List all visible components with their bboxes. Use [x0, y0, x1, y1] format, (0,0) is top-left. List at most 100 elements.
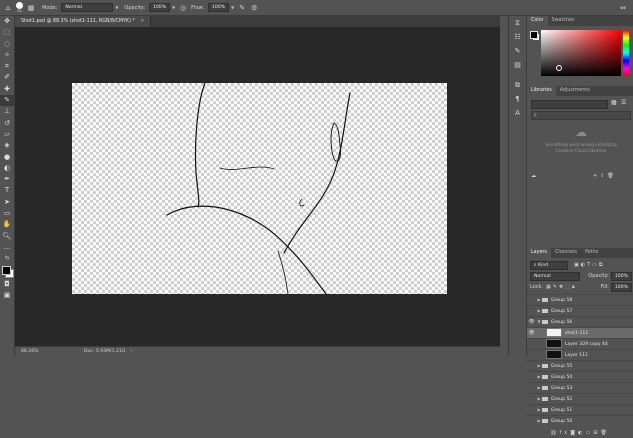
screen-mode-icon[interactable]: ▣ [0, 290, 14, 301]
layer-group-row[interactable]: ▶ Group 53 [527, 382, 633, 394]
move-tool-icon[interactable]: ✥ [0, 16, 14, 27]
layer-opacity-field[interactable]: 100% [610, 271, 632, 281]
hue-slider[interactable] [623, 30, 629, 76]
brush-settings-icon[interactable]: ▦ [27, 4, 35, 12]
list-view-icon[interactable]: ☰ [621, 99, 626, 106]
visibility-eye-icon[interactable]: 👁︎ [527, 328, 536, 339]
pressure-opacity-icon[interactable]: ◎ [179, 4, 187, 12]
chevron-down-icon: ▼ [231, 5, 235, 10]
lock-artboard-icon[interactable]: ⬚ [565, 284, 572, 290]
eraser-tool-icon[interactable]: ▱ [0, 129, 14, 140]
layer-row[interactable]: Layer 329 copy 44 [527, 338, 633, 350]
properties-panel-icon[interactable]: ☷ [509, 30, 526, 44]
brush-settings-panel-icon[interactable]: ✎ [509, 44, 526, 58]
document-size[interactable]: Doc: 5.93M/1.21G [84, 349, 125, 354]
healing-brush-tool-icon[interactable]: ✚ [0, 84, 14, 95]
tab-channels[interactable]: Channels [551, 248, 581, 258]
tab-adjustments[interactable]: Adjustments [556, 86, 594, 96]
foreground-color-swatch[interactable] [530, 31, 538, 39]
lock-all-icon[interactable]: 🔒︎ [572, 284, 577, 290]
home-icon[interactable]: ⌂ [4, 4, 12, 12]
zoom-tool-icon[interactable]: 🔍︎ [0, 231, 14, 242]
visibility-eye-icon[interactable]: 👁︎ [527, 317, 536, 328]
mode-dropdown[interactable]: Normal ▼ [61, 3, 118, 12]
smart-filter-icon[interactable]: ⧉ [599, 262, 605, 268]
layer-group-row[interactable]: ▶ Group 52 [527, 393, 633, 405]
shape-filter-icon[interactable]: ▭ [592, 262, 599, 268]
document-tab[interactable]: Shot1.psd @ 88.3% (shot1-111, RGB/8/CMYK… [15, 16, 152, 27]
hand-tool-icon[interactable]: ✋ [0, 219, 14, 230]
foreground-background-swatches[interactable] [0, 265, 14, 279]
tab-layers[interactable]: Layers [527, 248, 551, 258]
brushes-panel-icon[interactable]: ▤ [509, 58, 526, 72]
brush-preset-picker[interactable]: 64 [16, 2, 23, 13]
flow-field[interactable]: 100% ▼ [208, 3, 234, 12]
paint-bucket-tool-icon[interactable]: ◈ [0, 140, 14, 151]
smoothing-icon[interactable]: ⚙ [250, 4, 258, 12]
zoom-level[interactable]: 88.26% [21, 349, 39, 354]
tab-paths[interactable]: Paths [581, 248, 602, 258]
marquee-tool-icon[interactable]: ⬚ [0, 27, 14, 38]
history-panel-icon[interactable]: ⧖ [509, 16, 526, 30]
grid-view-icon[interactable]: ▦ [611, 99, 617, 106]
tab-swatches[interactable]: Swatches [548, 16, 579, 26]
character-panel-icon[interactable]: A [509, 106, 526, 120]
blur-tool-icon[interactable]: ● [0, 152, 14, 163]
status-arrow-icon[interactable]: › [131, 349, 133, 354]
brush-tool-icon[interactable]: ✎ [0, 95, 14, 107]
tab-libraries[interactable]: Libraries [527, 86, 556, 96]
new-group-icon[interactable]: ▭ [586, 430, 594, 436]
library-search-field[interactable]: ⌕ [531, 111, 631, 120]
eyedropper-tool-icon[interactable]: ✐ [0, 72, 14, 83]
library-dropdown[interactable] [531, 100, 608, 109]
clone-stamp-tool-icon[interactable]: ⊥ [0, 106, 14, 117]
airbrush-icon[interactable]: ✎ [238, 4, 246, 12]
fill-field[interactable]: 100% [610, 282, 632, 292]
kind-filter-dropdown[interactable]: ⌕ Kind [530, 260, 568, 270]
rectangle-tool-icon[interactable]: ▭ [0, 208, 14, 219]
tab-color[interactable]: Color [527, 16, 548, 26]
color-field[interactable] [541, 30, 621, 76]
layer-group-row[interactable]: ▶ Group 50 [527, 415, 633, 427]
layer-group-row[interactable]: ▶ Group 58 [527, 294, 633, 306]
layer-row[interactable]: 👁︎ shot1-111 [527, 327, 633, 339]
pen-tool-icon[interactable]: ✒ [0, 174, 14, 185]
layer-style-icon[interactable]: fx [560, 430, 571, 436]
adjustment-layer-icon[interactable]: ◐ [578, 430, 585, 436]
paragraph-panel-icon[interactable]: ¶ [509, 92, 526, 106]
add-mask-icon[interactable]: ◙ [570, 430, 578, 436]
lock-transparency-icon[interactable]: ▦ [546, 284, 553, 290]
foreground-color-swatch[interactable] [2, 265, 11, 275]
crop-tool-icon[interactable]: ⌗ [0, 61, 14, 72]
path-select-tool-icon[interactable]: ➤ [0, 197, 14, 208]
layer-row[interactable]: Layer 111 [527, 349, 633, 361]
layer-group-row[interactable]: ▶ Group 57 [527, 305, 633, 317]
pixel-filter-icon[interactable]: ▣ [574, 262, 581, 268]
close-tab-icon[interactable]: × [140, 19, 144, 24]
blend-mode-dropdown[interactable]: Normal [530, 271, 581, 281]
cc-icon[interactable]: ☁ [531, 173, 536, 179]
document-canvas[interactable] [72, 83, 447, 294]
new-layer-icon[interactable]: ⊞ [593, 430, 600, 436]
delete-layer-icon[interactable]: 🗑︎ [600, 430, 609, 436]
history-brush-tool-icon[interactable]: ↺ [0, 118, 14, 129]
dodge-tool-icon[interactable]: ◐ [0, 163, 14, 174]
swap-colors-icon[interactable]: ⇆ [0, 253, 14, 264]
more-tools-icon[interactable]: … [0, 242, 14, 253]
quick-select-tool-icon[interactable]: ✧ [0, 50, 14, 61]
status-bar: 88.26% Doc: 5.93M/1.21G › [15, 346, 500, 357]
layer-group-row[interactable]: ▶ Group 55 [527, 360, 633, 372]
layer-group-row[interactable]: ▶ Group 54 [527, 371, 633, 383]
opacity-field[interactable]: 100% ▼ [148, 3, 175, 12]
delete-icon[interactable]: 🗑︎ [607, 173, 616, 179]
layer-group-row[interactable]: 👁︎ ▼ Group 56 [527, 316, 633, 328]
type-tool-icon[interactable]: T [0, 185, 14, 196]
layer-group-row[interactable]: ▶ Group 51 [527, 404, 633, 416]
link-layers-icon[interactable]: ⛓︎ [550, 430, 559, 436]
clone-source-panel-icon[interactable]: ⧉ [509, 78, 526, 92]
quick-mask-icon[interactable]: ◘ [0, 279, 14, 290]
folder-icon [542, 385, 548, 390]
lasso-tool-icon[interactable]: ◌ [0, 39, 14, 50]
symmetry-icon[interactable]: ⇔ [619, 4, 627, 12]
fg-bg-mini-swatches[interactable] [530, 31, 539, 40]
